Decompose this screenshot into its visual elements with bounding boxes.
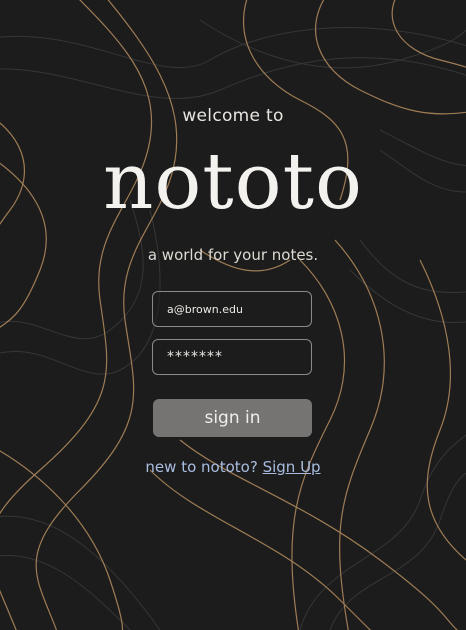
welcome-text: welcome to (182, 106, 284, 126)
app-logo: nototo (103, 137, 363, 227)
tagline: a world for your notes. (147, 246, 319, 264)
sign-in-button[interactable]: sign in (153, 399, 312, 437)
password-field[interactable] (152, 339, 312, 375)
login-screen: welcome to nototo a world for your notes… (0, 0, 466, 630)
email-field[interactable] (152, 291, 312, 327)
sign-up-link[interactable]: Sign Up (263, 458, 321, 476)
signup-prompt-text: new to nototo? (145, 458, 258, 476)
signup-prompt-line: new to nototo? Sign Up (0, 458, 466, 476)
